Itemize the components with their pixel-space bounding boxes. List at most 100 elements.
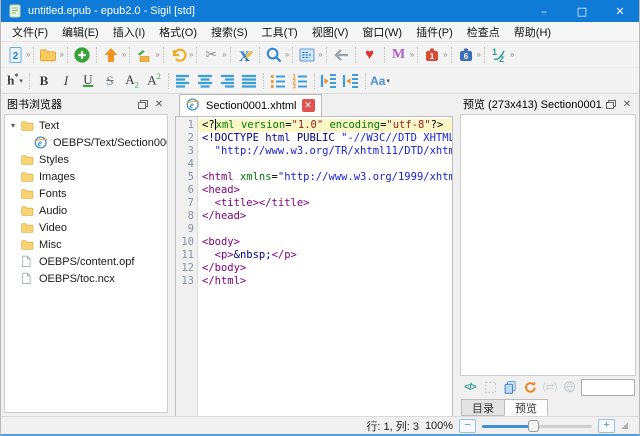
tree-item-fonts[interactable]: Fonts [5,185,167,202]
tab-close-icon[interactable]: ✕ [302,99,315,112]
align-center-button[interactable] [194,70,216,92]
refresh-button[interactable] [521,378,539,396]
align-left-button[interactable] [172,70,194,92]
preview-search-input[interactable] [581,379,635,396]
close-panel-icon[interactable]: ✕ [151,97,167,111]
toolbar-overflow-icon[interactable]: » [285,50,288,59]
float-panel-icon[interactable] [135,97,151,111]
menu-item-2[interactable]: 插入(I) [106,22,152,42]
close-panel-icon[interactable]: ✕ [619,97,635,111]
menu-item-3[interactable]: 格式(O) [152,22,204,42]
code-line-8[interactable]: </head> [198,210,453,223]
code-line-12[interactable]: </body> [198,262,453,275]
menu-item-6[interactable]: 视图(V) [305,22,356,42]
save-as-button[interactable] [133,44,155,66]
tree-item-oebps-toc-ncx[interactable]: OEBPS/toc.ncx [5,270,167,287]
strikethrough-button[interactable]: S [99,70,121,92]
close-button[interactable]: ✕ [601,0,639,22]
casing-button[interactable]: Aa▾ [369,70,391,92]
donate-button[interactable]: ♥ [359,44,381,66]
metadata-button[interactable] [296,44,318,66]
tree-item-audio[interactable]: Audio [5,202,167,219]
back-button[interactable] [330,44,352,66]
toolbar-overflow-icon[interactable]: » [222,50,225,59]
index-button[interactable]: 12 [488,44,510,66]
indent-button[interactable] [340,70,362,92]
plugin-6-button[interactable]: 6 [455,44,477,66]
zoom-slider[interactable] [482,419,592,433]
toolbar-overflow-icon[interactable]: » [318,50,321,59]
toolbar-overflow-icon[interactable]: » [26,50,29,59]
undo-button[interactable] [167,44,189,66]
float-panel-icon[interactable] [603,97,619,111]
tree-item-oebps-content-opf[interactable]: OEBPS/content.opf [5,253,167,270]
menu-item-1[interactable]: 编辑(E) [55,22,106,42]
minimize-button[interactable]: – [525,0,563,22]
tree-item-misc[interactable]: Misc [5,236,167,253]
code-line-4[interactable] [198,158,453,171]
mend-button[interactable]: X [234,44,256,66]
plugin-1-button[interactable]: 1 [421,44,443,66]
find-button[interactable] [263,44,285,66]
outdent-button[interactable] [318,70,340,92]
zoom-in-button[interactable]: + [598,419,615,433]
add-file-button[interactable] [71,44,93,66]
superscript-button[interactable]: A2 [143,70,165,92]
code-line-13[interactable]: </html> [198,275,453,288]
dock-tab-preview[interactable]: 预览 [504,399,548,416]
toolbar-overflow-icon[interactable]: » [510,50,513,59]
expander-icon[interactable]: ▾ [7,121,19,130]
code-line-1[interactable]: <?xml version="1.0" encoding="utf-8"?> [198,119,453,132]
menu-item-5[interactable]: 工具(T) [255,22,305,42]
toolbar-overflow-icon[interactable]: » [122,50,125,59]
plugin-m-button[interactable]: M [388,44,410,66]
save-button[interactable] [100,44,122,66]
code-line-2[interactable]: <!DOCTYPE html PUBLIC "-//W3C//DTD XHTML… [198,132,453,145]
bold-button[interactable]: B [33,70,55,92]
menu-item-9[interactable]: 检查点 [460,22,507,42]
menu-item-0[interactable]: 文件(F) [5,22,55,42]
code-line-6[interactable]: <head> [198,184,453,197]
code-line-5[interactable]: <html xmlns="http://www.w3.org/1999/xhtm… [198,171,453,184]
numbered-list-button[interactable]: 123 [289,70,311,92]
code-lines[interactable]: <?xml version="1.0" encoding="utf-8"?><!… [198,117,453,416]
inspect-code-button[interactable]: </> [461,378,479,396]
toolbar-overflow-icon[interactable]: » [189,50,192,59]
code-line-7[interactable]: <title></title> [198,197,453,210]
menu-item-8[interactable]: 插件(P) [409,22,460,42]
align-justify-button[interactable] [238,70,260,92]
cut-button[interactable]: ✂ [200,44,222,66]
menu-item-10[interactable]: 帮助(H) [507,22,558,42]
bullet-list-button[interactable] [267,70,289,92]
code-view[interactable]: 12345678910111213 <?xml version="1.0" en… [175,117,453,416]
zoom-slider-handle[interactable] [528,420,539,432]
subscript-button[interactable]: A2 [121,70,143,92]
align-right-button[interactable] [216,70,238,92]
tree-item-images[interactable]: Images [5,168,167,185]
dock-tab-toc[interactable]: 目录 [461,399,505,416]
tree-item-oebps-text-section0001-xhtml[interactable]: eOEBPS/Text/Section0001.xhtml [5,134,167,151]
menu-item-7[interactable]: 窗口(W) [355,22,409,42]
tree-item-text[interactable]: ▾Text [5,117,167,134]
toolbar-overflow-icon[interactable]: » [410,50,413,59]
tree-item-video[interactable]: Video [5,219,167,236]
open-button[interactable] [37,44,59,66]
toolbar-overflow-icon[interactable]: » [59,50,62,59]
copy-button[interactable] [501,378,519,396]
zoom-out-button[interactable]: − [459,419,476,433]
maximize-button[interactable]: □ [563,0,601,22]
menu-item-4[interactable]: 搜索(S) [204,22,255,42]
code-line-9[interactable] [198,223,453,236]
italic-button[interactable]: I [55,70,77,92]
new-epub2-button[interactable]: 2 [4,44,26,66]
tab-section0001[interactable]: e Section0001.xhtml ✕ [179,94,322,116]
code-line-11[interactable]: <p>&nbsp;</p> [198,249,453,262]
tree-item-styles[interactable]: Styles [5,151,167,168]
heading-style-button[interactable]: h*▾ [4,70,26,92]
toolbar-overflow-icon[interactable]: » [443,50,446,59]
resize-grip[interactable]: ◢ [621,420,629,431]
underline-button[interactable]: U [77,70,99,92]
toolbar-overflow-icon[interactable]: » [477,50,480,59]
toolbar-overflow-icon[interactable]: » [155,50,158,59]
code-line-10[interactable]: <body> [198,236,453,249]
